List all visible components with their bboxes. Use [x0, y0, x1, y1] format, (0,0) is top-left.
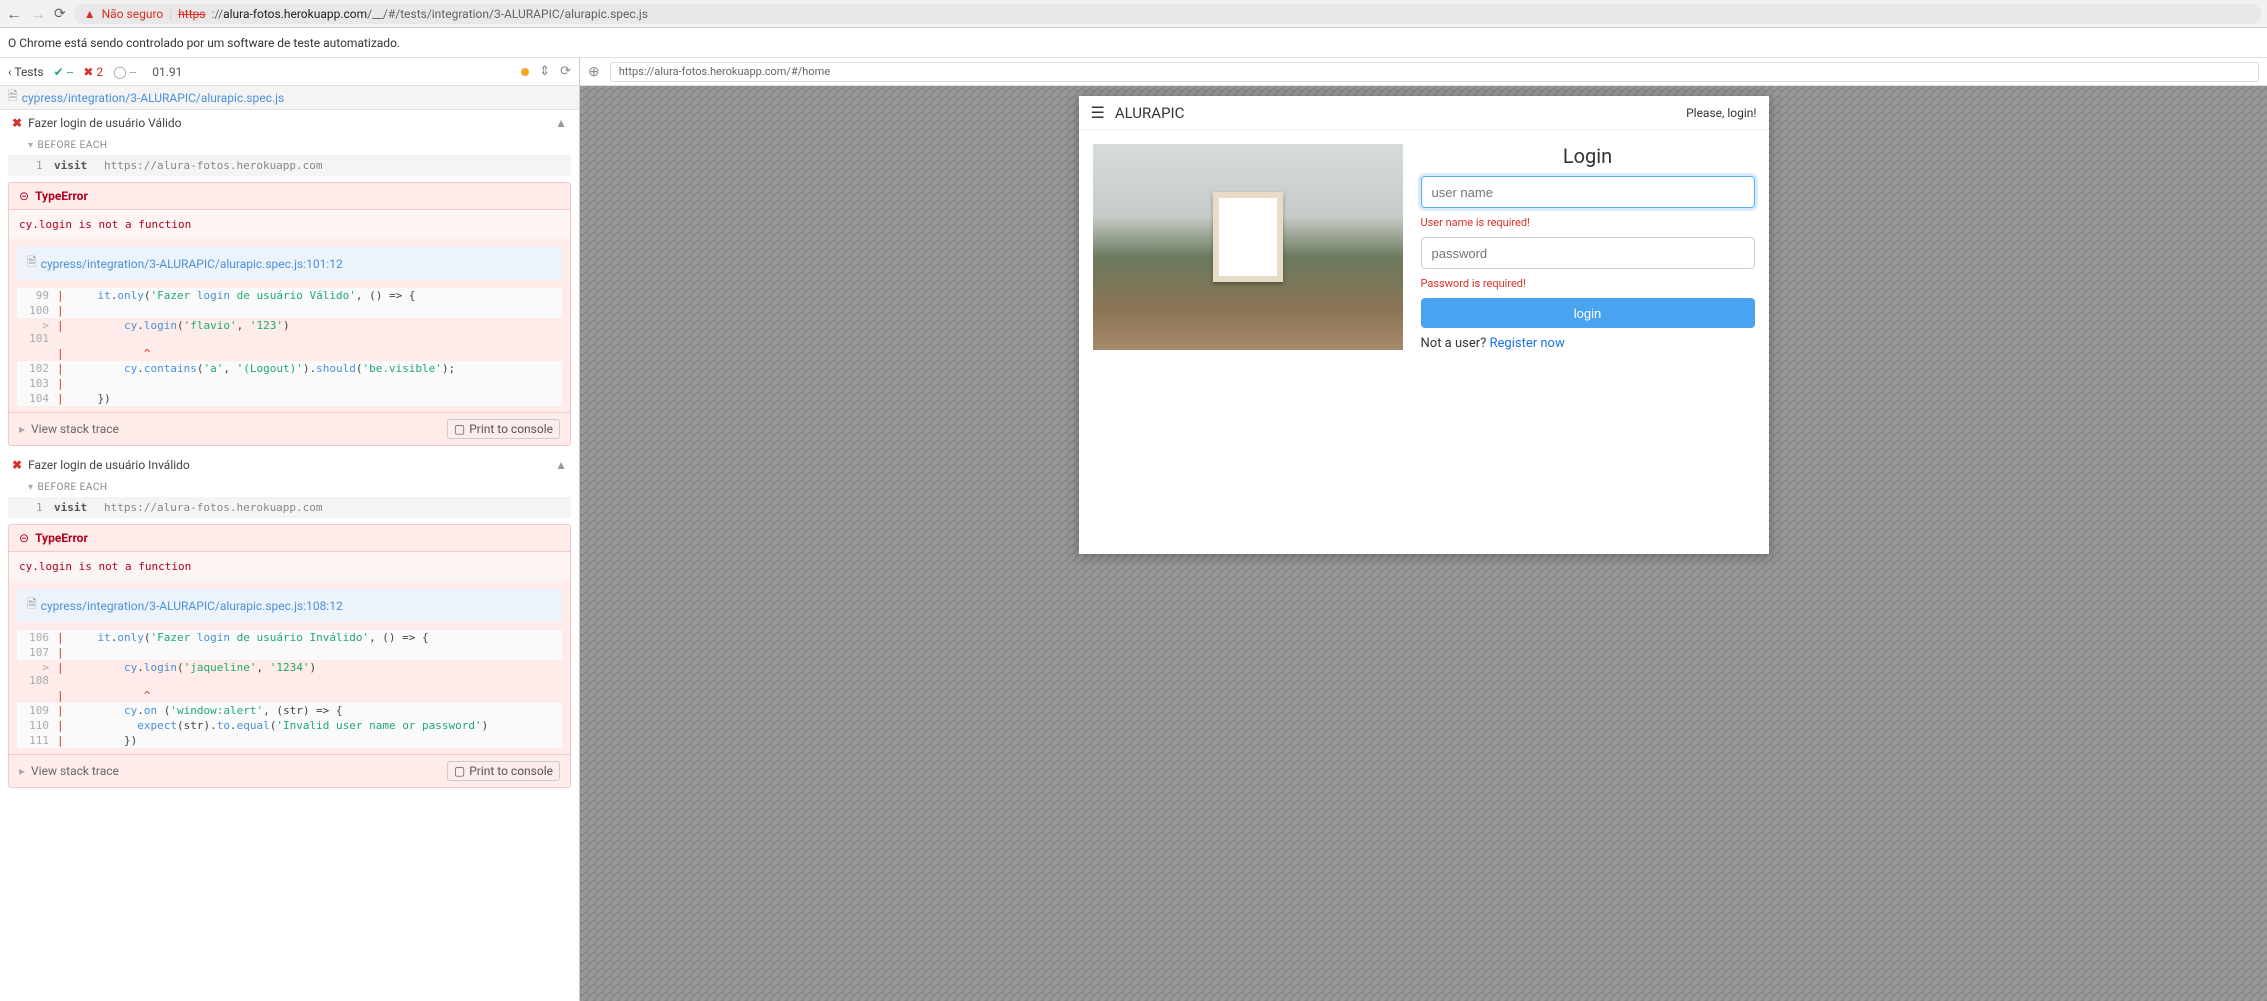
warn-icon: ▲	[555, 116, 567, 130]
error-header: ⊝TypeError	[9, 183, 570, 210]
url-text: ://alura-fotos.herokuapp.com/__/#/tests/…	[212, 7, 648, 21]
please-login-text: Please, login!	[1686, 106, 1756, 120]
code-frame-header[interactable]: 🗎cypress/integration/3-ALURAPIC/alurapic…	[17, 589, 562, 622]
username-input[interactable]	[1421, 176, 1755, 208]
not-secure-label: Não seguro	[102, 7, 164, 21]
automation-infobar: O Chrome está sendo controlado por um so…	[0, 28, 2267, 58]
error-footer: ▸View stack trace▢Print to console	[9, 754, 570, 787]
login-button[interactable]: login	[1421, 298, 1755, 328]
password-input[interactable]	[1421, 237, 1755, 269]
terminal-icon: ▢	[454, 764, 465, 778]
login-photo	[1093, 144, 1403, 350]
print-to-console-button[interactable]: ▢Print to console	[447, 761, 560, 781]
error-icon: ⊝	[19, 189, 29, 203]
file-icon: 🗎	[8, 87, 18, 108]
hamburger-icon[interactable]: ☰	[1091, 103, 1105, 122]
warning-triangle-icon: ▲	[84, 7, 96, 21]
spec-path-bar[interactable]: 🗎 cypress/integration/3-ALURAPIC/alurapi…	[0, 86, 579, 110]
view-stack-trace[interactable]: View stack trace	[31, 422, 119, 436]
file-icon: 🗎	[27, 595, 37, 616]
error-block: ⊝TypeErrorcy.login is not a function 🗎cyp…	[8, 182, 571, 446]
brand-title[interactable]: ALURAPIC	[1115, 104, 1185, 122]
test-title-row[interactable]: ✖ Fazer login de usuário Inválido ▲	[0, 452, 579, 478]
warn-icon: ▲	[555, 458, 567, 472]
error-header: ⊝TypeError	[9, 525, 570, 552]
selector-playground-icon[interactable]: ⊕	[588, 64, 600, 80]
test-title-row[interactable]: ✖ Fazer login de usuário Válido ▲	[0, 110, 579, 136]
cypress-reporter: ‹ Tests ✔ -- ✖ 2 ◯ -- 01.91 ⇕ ⟳ 🗎 cypres…	[0, 58, 580, 1001]
error-message: cy.login is not a function	[9, 552, 570, 581]
aut-header: ⊕ https://alura-fotos.herokuapp.com/#/ho…	[580, 58, 2267, 86]
command-row[interactable]: 1visithttps://alura-fotos.herokuapp.com	[8, 155, 571, 176]
error-message: cy.login is not a function	[9, 210, 570, 239]
hook-label: ▾BEFORE EACH	[0, 478, 579, 497]
reload-icon[interactable]: ⟳	[54, 6, 66, 22]
stat-passed: ✔ --	[54, 65, 74, 79]
password-error: Password is required!	[1421, 277, 1755, 290]
error-icon: ⊝	[19, 531, 29, 545]
username-error: User name is required!	[1421, 216, 1755, 229]
photo-frame-icon	[1213, 192, 1283, 282]
status-dot-icon	[521, 68, 529, 76]
file-icon: 🗎	[27, 253, 37, 274]
aut-url-bar[interactable]: https://alura-fotos.herokuapp.com/#/home	[610, 62, 2259, 82]
code-frame: 99| it.only('Fazer login de usuário Váli…	[17, 288, 562, 406]
error-block: ⊝TypeErrorcy.login is not a function 🗎cyp…	[8, 524, 571, 788]
spec-path: cypress/integration/3-ALURAPIC/alurapic.…	[22, 91, 285, 105]
login-heading: Login	[1421, 144, 1755, 168]
error-footer: ▸View stack trace▢Print to console	[9, 412, 570, 445]
viewport-icon[interactable]: ⇕	[539, 64, 550, 79]
aut-panel: ⊕ https://alura-fotos.herokuapp.com/#/ho…	[580, 58, 2267, 1001]
browser-toolbar: ← → ⟳ ▲ Não seguro | https ://alura-foto…	[0, 0, 2267, 28]
view-stack-trace[interactable]: View stack trace	[31, 764, 119, 778]
back-arrow-icon[interactable]: ←	[6, 4, 22, 24]
stat-duration: 01.91	[152, 65, 182, 79]
infobar-text: O Chrome está sendo controlado por um so…	[8, 36, 400, 50]
fail-x-icon: ✖	[12, 116, 22, 130]
test-title: Fazer login de usuário Válido	[28, 116, 181, 130]
code-frame: 106| it.only('Fazer login de usuário Inv…	[17, 630, 562, 748]
app-frame: ☰ ALURAPIC Please, login! Login User nam…	[1079, 96, 1769, 554]
stat-failed: ✖ 2	[83, 65, 103, 79]
register-link[interactable]: Register now	[1490, 336, 1565, 351]
address-bar[interactable]: ▲ Não seguro | https ://alura-fotos.hero…	[74, 4, 2261, 24]
print-to-console-button[interactable]: ▢Print to console	[447, 419, 560, 439]
code-frame-header[interactable]: 🗎cypress/integration/3-ALURAPIC/alurapic…	[17, 247, 562, 280]
tests-back-button[interactable]: ‹ Tests	[8, 65, 44, 79]
login-form: Login User name is required! Password is…	[1421, 144, 1755, 540]
test-title: Fazer login de usuário Inválido	[28, 458, 190, 472]
restart-icon[interactable]: ⟳	[560, 64, 571, 79]
hook-label: ▾BEFORE EACH	[0, 136, 579, 155]
tests-list[interactable]: ✖ Fazer login de usuário Válido ▲ ▾BEFORE E…	[0, 110, 579, 1001]
command-row[interactable]: 1visithttps://alura-fotos.herokuapp.com	[8, 497, 571, 518]
stat-pending: ◯ --	[113, 65, 136, 79]
runner-header: ‹ Tests ✔ -- ✖ 2 ◯ -- 01.91 ⇕ ⟳	[0, 58, 579, 86]
app-navbar: ☰ ALURAPIC Please, login!	[1079, 96, 1769, 130]
terminal-icon: ▢	[454, 422, 465, 436]
forward-arrow-icon: →	[30, 4, 46, 24]
url-scheme: https	[178, 7, 205, 21]
register-row: Not a user? Register now	[1421, 336, 1755, 351]
fail-x-icon: ✖	[12, 458, 22, 472]
